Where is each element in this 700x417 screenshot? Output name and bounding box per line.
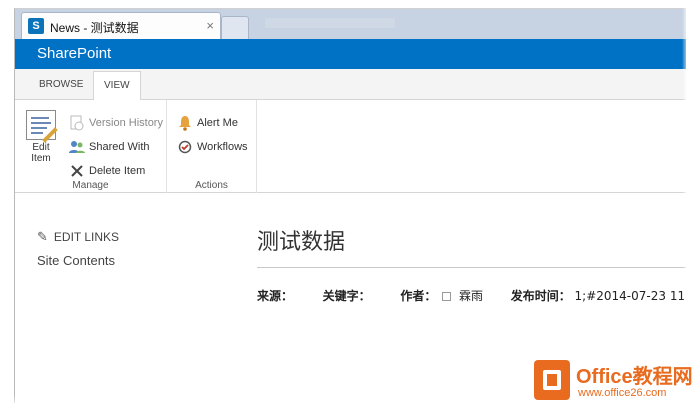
ribbon-group-actions: Alert Me Workflows Actions xyxy=(167,100,257,193)
delete-item-label: Delete Item xyxy=(89,165,146,177)
alert-me-label: Alert Me xyxy=(197,117,238,129)
edit-links-button[interactable]: ✎ EDIT LINKS xyxy=(37,229,207,245)
browser-tab-title: News - 测试数据 xyxy=(50,21,139,35)
item-metadata: 来源： 关键字： 作者： 霖雨 发布时间： 1;#2014-07-23 11:1… xyxy=(257,287,686,304)
author-value[interactable]: 霖雨 xyxy=(459,289,483,303)
office-logo-icon xyxy=(534,360,570,400)
ribbon-tab-bar: BROWSE VIEW xyxy=(15,69,686,103)
page-title: 测试数据 xyxy=(257,230,346,255)
ribbon-group-manage: Edit Item Version History Shared With De… xyxy=(15,100,167,193)
workflow-icon xyxy=(177,139,193,155)
pencil-icon: ✎ xyxy=(37,229,48,244)
shared-with-label: Shared With xyxy=(89,141,150,153)
people-icon xyxy=(69,139,85,155)
version-history-icon xyxy=(69,115,85,131)
browser-tab-news[interactable]: S News - 测试数据 × xyxy=(21,12,221,39)
delete-x-icon xyxy=(69,163,85,179)
close-icon[interactable]: × xyxy=(206,18,214,33)
watermark-brand: Office教程网 xyxy=(576,366,693,388)
browser-window: S News - 测试数据 × SharePoint BROWSE VIEW E… xyxy=(14,8,686,403)
keywords-label: 关键字： xyxy=(322,289,371,303)
title-divider xyxy=(257,267,686,268)
published-value: 1;#2014-07-23 11:14 xyxy=(574,289,686,303)
watermark: Office教程网 www.office26.com xyxy=(534,360,694,410)
site-contents-link[interactable]: Site Contents xyxy=(37,253,207,268)
presence-indicator-icon xyxy=(442,292,452,301)
main-content: 测试数据 来源： 关键字： 作者： 霖雨 发布时间： 1;#2014-07-23… xyxy=(257,224,686,303)
bell-icon xyxy=(177,115,193,131)
workflows-button[interactable]: Workflows xyxy=(177,138,248,156)
left-navigation: ✎ EDIT LINKS Site Contents xyxy=(37,229,207,268)
browser-tab-strip: S News - 测试数据 × xyxy=(15,9,686,39)
watermark-url: www.office26.com xyxy=(578,387,667,399)
tab-browse[interactable]: BROWSE xyxy=(29,69,93,100)
sharepoint-favicon-icon: S xyxy=(28,18,44,34)
author-label: 作者： xyxy=(400,289,437,303)
workflows-label: Workflows xyxy=(197,141,248,153)
new-tab-button[interactable] xyxy=(221,16,249,39)
published-label: 发布时间： xyxy=(510,289,571,303)
source-label: 来源： xyxy=(257,289,294,303)
manage-group-label: Manage xyxy=(72,180,109,191)
edit-links-label: EDIT LINKS xyxy=(53,230,120,244)
sharepoint-brand[interactable]: SharePoint xyxy=(37,45,111,62)
blurred-tab-area xyxy=(265,18,395,28)
ribbon: Edit Item Version History Shared With De… xyxy=(15,100,686,193)
torn-edge-right xyxy=(682,0,700,417)
edit-item-icon xyxy=(26,110,58,143)
edit-item-label: Edit Item xyxy=(31,142,51,164)
version-history-button[interactable]: Version History xyxy=(69,114,163,132)
suite-bar: SharePoint xyxy=(15,39,686,69)
shared-with-button[interactable]: Shared With xyxy=(69,138,150,156)
delete-item-button[interactable]: Delete Item xyxy=(69,162,145,180)
actions-group-label: Actions xyxy=(195,180,228,191)
alert-me-button[interactable]: Alert Me xyxy=(177,114,238,132)
tab-view[interactable]: VIEW xyxy=(93,71,141,103)
version-history-label: Version History xyxy=(89,117,163,129)
edit-item-button[interactable]: Edit Item xyxy=(23,110,59,164)
